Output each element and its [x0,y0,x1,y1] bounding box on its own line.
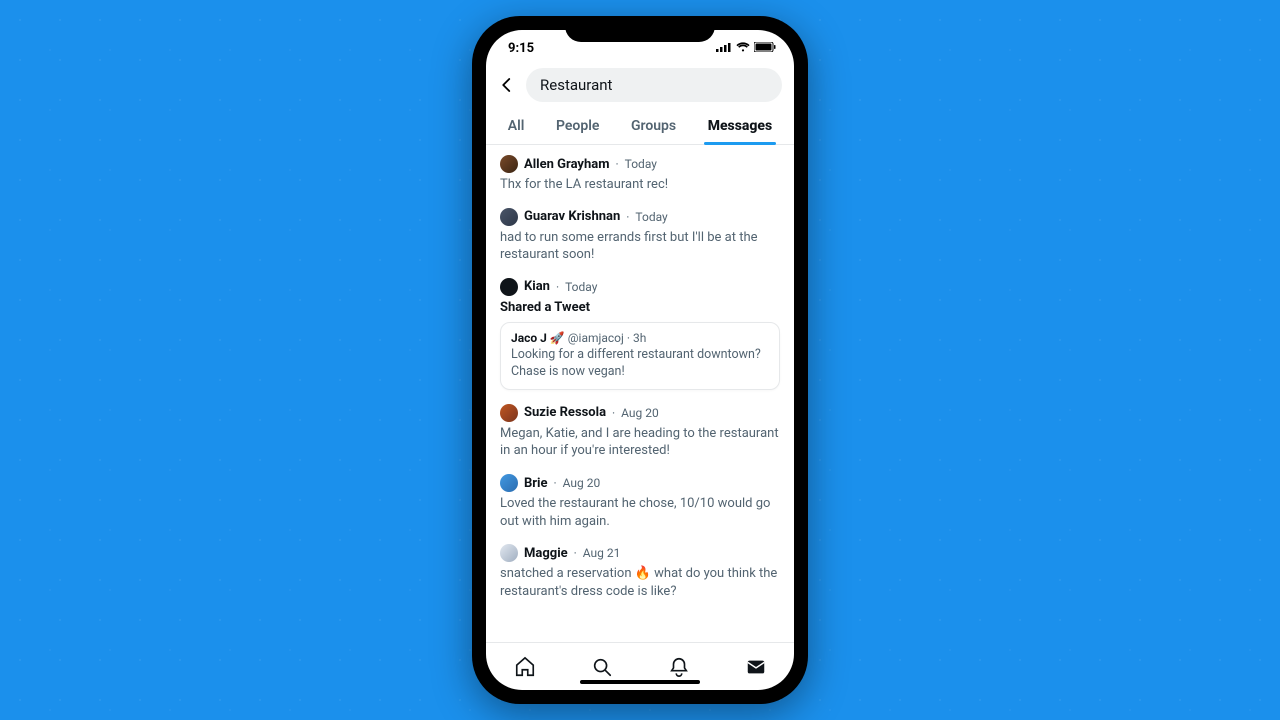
search-input-value: Restaurant [540,76,612,94]
tab-messages[interactable]: Messages [702,110,779,144]
separator-dot: · [554,476,557,490]
battery-icon [754,41,776,56]
nav-search[interactable] [590,655,614,679]
nav-home[interactable] [513,655,537,679]
avatar [500,474,518,492]
search-row: Restaurant [486,66,794,110]
tweet-author: Jaco J 🚀 [511,331,568,345]
sender-name: Allen Grayham [524,157,609,172]
avatar [500,155,518,173]
phone-notch [565,16,715,42]
tabs: All People Groups Messages [486,110,794,145]
message-meta: Aug 20 [563,476,601,490]
separator-dot: · [626,210,629,224]
embedded-tweet[interactable]: Jaco J 🚀 @iamjacoj · 3h Looking for a dif… [500,322,780,390]
message-meta: Today [565,280,597,294]
back-button[interactable] [496,74,518,96]
message-meta: Aug 21 [583,546,621,560]
message-header: Brie · Aug 20 [500,474,780,492]
tweet-handle: @iamjacoj · 3h [568,331,647,345]
message-meta: Today [635,210,667,224]
cellular-icon [716,41,732,56]
tab-people[interactable]: People [550,110,605,144]
tab-label: Groups [631,118,676,134]
avatar [500,208,518,226]
home-icon [514,656,536,678]
sender-name: Kian [524,279,550,294]
separator-dot: · [574,546,577,560]
home-indicator [580,680,700,684]
separator-dot: · [612,406,615,420]
message-item[interactable]: Allen Grayham · Today Thx for the LA restau… [500,155,780,194]
message-body: Shared a Tweet [500,299,780,317]
sender-name: Brie [524,476,548,491]
results-list[interactable]: Allen Grayham · Today Thx for the LA restau… [486,145,794,642]
message-header: Suzie Ressola · Aug 20 [500,404,780,422]
phone-frame: 9:15 Restaurant All [472,16,808,704]
message-body: Megan, Katie, and I are heading to the r… [500,425,780,460]
avatar [500,544,518,562]
sender-name: Suzie Ressola [524,405,606,420]
envelope-icon [745,656,767,678]
sender-name: Guarav Krishnan [524,209,620,224]
status-indicators [716,41,776,56]
wifi-icon [736,41,750,56]
message-body: had to run some errands first but I'll b… [500,229,780,264]
message-header: Guarav Krishnan · Today [500,208,780,226]
nav-messages[interactable] [744,655,768,679]
avatar [500,404,518,422]
tab-label: Messages [708,118,773,134]
message-meta: Aug 20 [621,406,659,420]
status-time: 9:15 [508,41,534,56]
message-item[interactable]: Kian · Today Shared a Tweet Jaco J 🚀 @iamjac… [500,278,780,390]
tab-groups[interactable]: Groups [625,110,682,144]
message-item[interactable]: Suzie Ressola · Aug 20 Megan, Katie, and I … [500,404,780,460]
avatar [500,278,518,296]
tab-label: All [508,118,525,134]
tweet-body: Looking for a different restaurant downt… [511,347,769,381]
message-body: snatched a reservation 🔥 what do you thi… [500,565,780,600]
message-item[interactable]: Guarav Krishnan · Today had to run some err… [500,208,780,264]
separator-dot: · [556,280,559,294]
message-item[interactable]: Brie · Aug 20 Loved the restaurant he chose… [500,474,780,530]
bell-icon [668,656,690,678]
message-body: Loved the restaurant he chose, 10/10 wou… [500,495,780,530]
message-item[interactable]: Maggie · Aug 21 snatched a reservation 🔥 wh… [500,544,780,600]
chevron-left-icon [498,76,516,94]
message-body: Thx for the LA restaurant rec! [500,176,780,194]
tweet-header: Jaco J 🚀 @iamjacoj · 3h [511,331,769,345]
sender-name: Maggie [524,546,568,561]
message-header: Maggie · Aug 21 [500,544,780,562]
message-header: Allen Grayham · Today [500,155,780,173]
search-input[interactable]: Restaurant [526,68,782,102]
nav-notifications[interactable] [667,655,691,679]
message-meta: Today [625,157,657,171]
search-icon [591,656,613,678]
screen: 9:15 Restaurant All [486,30,794,690]
tab-all[interactable]: All [502,110,531,144]
message-header: Kian · Today [500,278,780,296]
separator-dot: · [615,157,618,171]
tab-label: People [556,118,599,134]
